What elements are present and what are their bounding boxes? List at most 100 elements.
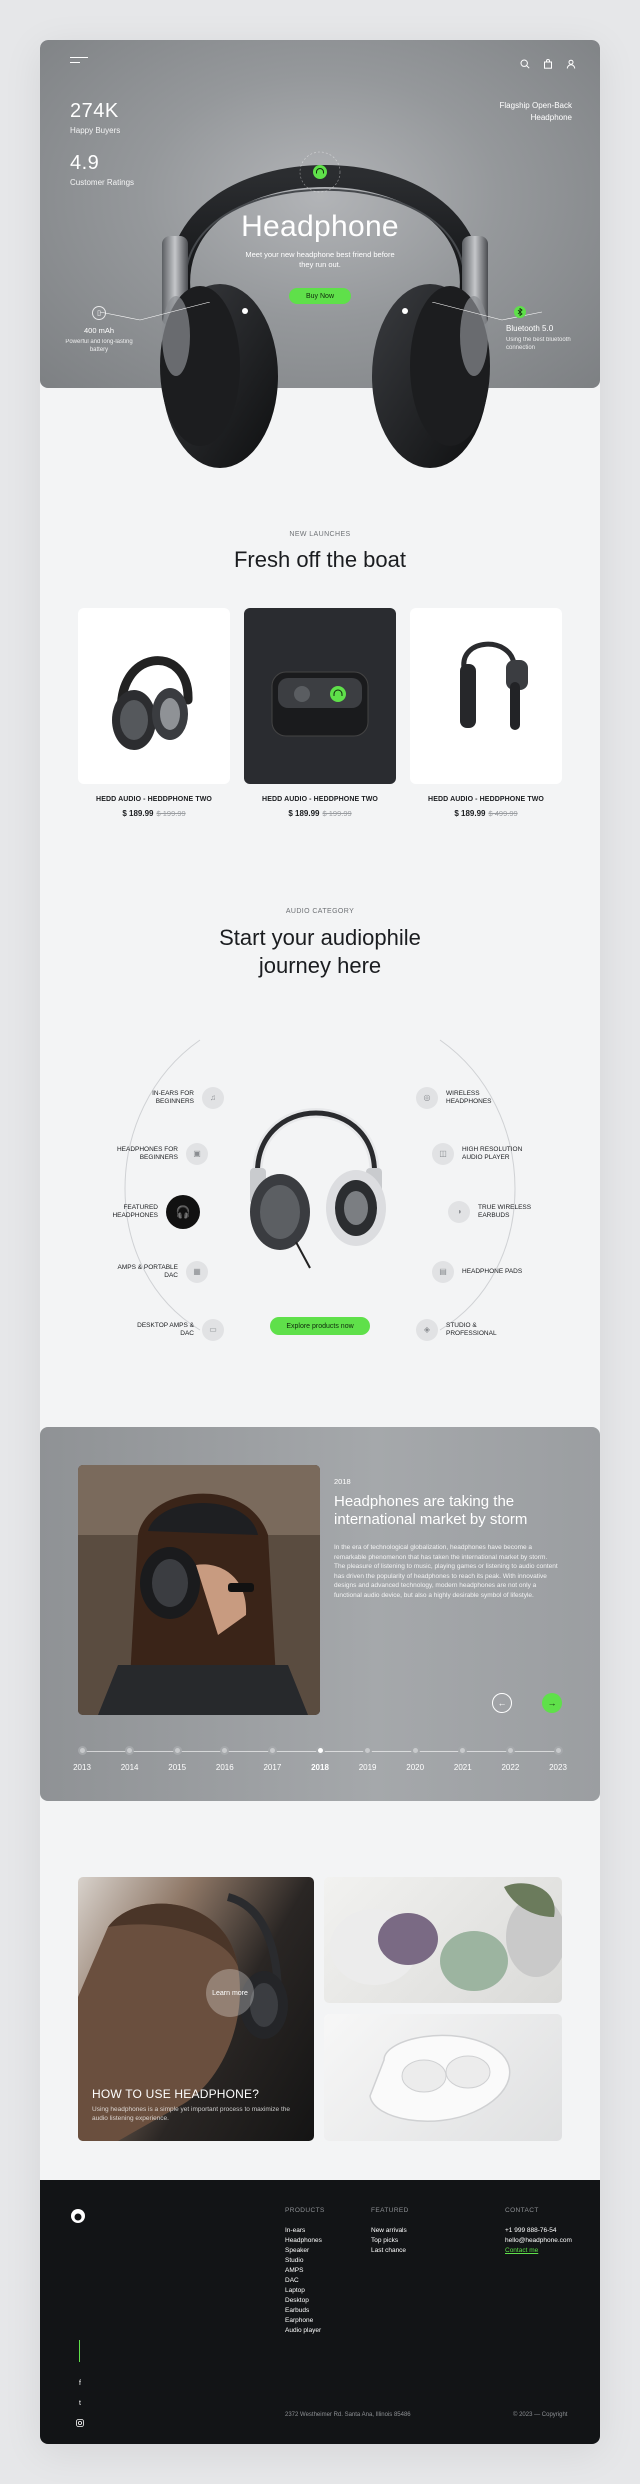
timeline-dot xyxy=(77,1746,87,1755)
hero-title: Headphone xyxy=(241,210,399,243)
timeline-year[interactable]: 2018 xyxy=(300,1746,340,1772)
timeline-year[interactable]: 2023 xyxy=(538,1746,578,1772)
footer-product-link[interactable]: Desktop xyxy=(285,2296,325,2306)
product-card[interactable]: HEDD AUDIO - HEDDPHONE TWO $ 189.99 $ 199… xyxy=(78,608,230,818)
category-item-label: HIGH RESOLUTION AUDIO PLAYER xyxy=(462,1146,523,1161)
category-item[interactable]: ▤ HEADPHONE PADS xyxy=(432,1261,582,1283)
category-item-label: TRUE WIRELESS EARBUDS xyxy=(478,1204,532,1219)
earbuds-promo-image[interactable] xyxy=(324,1877,562,2003)
category-icon: ◫ xyxy=(432,1143,454,1165)
category-icon: ♫ xyxy=(202,1087,224,1109)
prev-arrow-button[interactable]: ← xyxy=(492,1693,512,1713)
timeline-year-label: 2023 xyxy=(549,1763,567,1772)
category-item[interactable]: IN-EARS FOR BEGINNERS ♫ xyxy=(74,1087,224,1109)
menu-icon[interactable] xyxy=(70,57,88,65)
product-image[interactable] xyxy=(78,608,230,784)
category-item[interactable]: ◎ WIRELESS HEADPHONES xyxy=(416,1087,566,1109)
bag-icon[interactable] xyxy=(543,56,553,69)
explore-products-button[interactable]: Explore products now xyxy=(270,1317,370,1335)
timeline-year[interactable]: 2014 xyxy=(110,1746,150,1772)
facebook-icon[interactable]: f xyxy=(75,2378,85,2388)
category-item[interactable]: ◈ STUDIO & PROFESSIONAL xyxy=(416,1319,566,1341)
category-item[interactable]: FEATURED HEADPHONES 🎧 xyxy=(42,1195,200,1229)
footer-featured-link[interactable]: New arrivals xyxy=(371,2226,409,2236)
footer-product-link[interactable]: Headphones xyxy=(285,2236,325,2246)
footer: PRODUCTS In-ears Headphones Speaker Studio A… xyxy=(40,2180,600,2444)
timeline-year[interactable]: 2022 xyxy=(490,1746,530,1772)
footer-featured-link[interactable]: Last chance xyxy=(371,2246,409,2256)
category-item[interactable]: DESKTOP AMPS & DAC ▭ xyxy=(74,1319,224,1341)
timeline-year[interactable]: 2013 xyxy=(62,1746,102,1772)
category-icon: ▤ xyxy=(432,1261,454,1283)
contact-me-link[interactable]: Contact me xyxy=(505,2246,572,2256)
category-item[interactable]: AMPS & PORTABLE DAC ▦ xyxy=(58,1261,208,1283)
category-item[interactable]: ◫ HIGH RESOLUTION AUDIO PLAYER xyxy=(432,1143,582,1165)
learn-more-button[interactable]: Learn more xyxy=(206,1969,254,2017)
phone-link[interactable]: +1 999 888-76-54 xyxy=(505,2226,572,2236)
timeline-year[interactable]: 2017 xyxy=(252,1746,292,1772)
footer-product-link[interactable]: Earbuds xyxy=(285,2306,325,2316)
product-price: $ 189.99 $ 199.99 xyxy=(244,809,396,818)
user-icon[interactable] xyxy=(566,56,576,69)
header-icons xyxy=(520,56,576,69)
category-item[interactable]: HEADPHONES FOR BEGINNERS ▣ xyxy=(58,1143,208,1165)
search-icon[interactable] xyxy=(520,56,530,69)
product-image[interactable] xyxy=(410,608,562,784)
logo-icon[interactable] xyxy=(70,2208,86,2224)
category-icon: ▣ xyxy=(186,1143,208,1165)
footer-product-link[interactable]: In-ears xyxy=(285,2226,325,2236)
price-current: $ 189.99 xyxy=(122,809,154,818)
timeline-year-label: 2022 xyxy=(501,1763,520,1772)
price-current: $ 189.99 xyxy=(288,809,320,818)
how-to-card[interactable]: Learn more HOW TO USE HEADPHONE? Using h… xyxy=(78,1877,314,2141)
timeline-year-label: 2019 xyxy=(358,1763,377,1772)
next-arrow-button[interactable]: → xyxy=(542,1693,562,1713)
timeline-year[interactable]: 2016 xyxy=(205,1746,245,1772)
buy-now-button[interactable]: Buy Now xyxy=(289,288,351,304)
product-image[interactable] xyxy=(244,608,396,784)
category-icon: ◎ xyxy=(416,1087,438,1109)
how-to-text: Using headphones is a simple yet importa… xyxy=(92,2106,290,2122)
category-title-line2: journey here xyxy=(258,953,382,978)
timeline-year[interactable]: 2021 xyxy=(443,1746,483,1772)
product-card[interactable]: HEDD AUDIO - HEDDPHONE TWO $ 189.99 $ 199… xyxy=(244,608,396,818)
footer-featured-link[interactable]: Top picks xyxy=(371,2236,409,2246)
instagram-icon[interactable] xyxy=(75,2418,85,2428)
timeline-year-label: 2016 xyxy=(215,1763,234,1772)
timeline-year-label: 2017 xyxy=(263,1763,282,1772)
timeline-year-label: 2014 xyxy=(120,1763,139,1772)
footer-products: PRODUCTS In-ears Headphones Speaker Studio A… xyxy=(285,2206,325,2336)
footer-heading: CONTACT xyxy=(505,2207,539,2214)
product-card[interactable]: HEDD AUDIO - HEDDPHONE TWO $ 189.99 $ 499… xyxy=(410,608,562,818)
category-item-label: HEADPHONES FOR BEGINNERS xyxy=(116,1146,178,1161)
arrow-left-icon: ← xyxy=(497,1698,507,1708)
footer-product-link[interactable]: AMPS xyxy=(285,2266,325,2276)
footer-product-link[interactable]: Laptop xyxy=(285,2286,325,2296)
footer-product-link[interactable]: Earphone xyxy=(285,2316,325,2326)
price-current: $ 189.99 xyxy=(454,809,486,818)
product-price: $ 189.99 $ 499.99 xyxy=(410,809,562,818)
footer-product-link[interactable]: DAC xyxy=(285,2276,325,2286)
stat-ratings: 4.9 Customer Ratings xyxy=(70,152,134,187)
email-link[interactable]: hello@headphone.com xyxy=(505,2236,572,2246)
twitter-icon[interactable]: t xyxy=(75,2398,85,2408)
feature-bluetooth: Bluetooth 5.0 Using the best bluetooth c… xyxy=(506,306,576,352)
timeline-year-label: 2020 xyxy=(406,1763,425,1772)
category-item-label: STUDIO & PROFESSIONAL xyxy=(446,1322,497,1337)
footer-product-link[interactable]: Studio xyxy=(285,2256,325,2266)
timeline-dot xyxy=(458,1746,468,1755)
category-icon: ◈ xyxy=(416,1319,438,1341)
category-item-label: IN-EARS FOR BEGINNERS xyxy=(152,1090,194,1105)
social-links: f t xyxy=(75,2378,85,2428)
footer-product-link[interactable]: Speaker xyxy=(285,2246,325,2256)
feature-title: Bluetooth 5.0 xyxy=(506,324,554,333)
footer-product-link[interactable]: Audio player xyxy=(285,2326,325,2336)
story-photo xyxy=(78,1465,320,1715)
price-old: $ 199.99 xyxy=(156,809,186,818)
timeline-year[interactable]: 2015 xyxy=(157,1746,197,1772)
footer-contact: CONTACT +1 999 888-76-54 hello@headphone… xyxy=(505,2206,572,2256)
earbuds-case-image[interactable] xyxy=(324,2014,562,2141)
timeline-year[interactable]: 2020 xyxy=(395,1746,435,1772)
category-item[interactable]: ◑ TRUE WIRELESS EARBUDS xyxy=(448,1201,598,1223)
timeline-year[interactable]: 2019 xyxy=(348,1746,388,1772)
